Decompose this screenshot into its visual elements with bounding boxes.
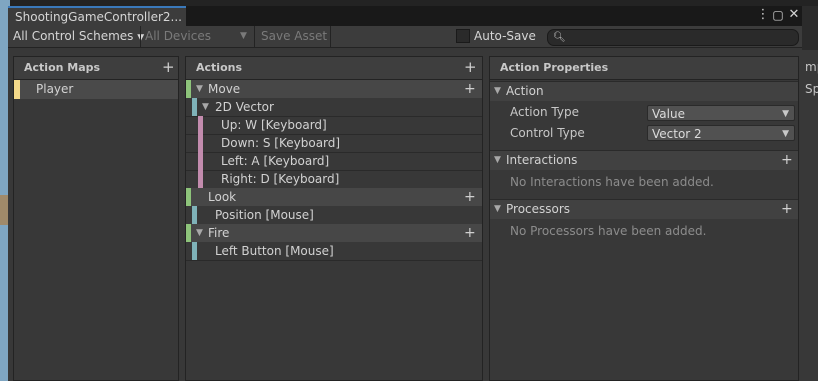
add-binding-icon[interactable]: + — [464, 187, 476, 207]
more-options-icon[interactable]: ⋮ — [756, 7, 770, 23]
add-binding-icon[interactable]: + — [464, 79, 476, 99]
collapse-arrow-icon[interactable]: ▼ — [196, 224, 203, 242]
window-title: ShootingGameController2... — [15, 10, 182, 24]
add-processor-icon[interactable]: + — [781, 199, 793, 219]
action-label: Look — [208, 190, 237, 204]
binding-color-bar — [198, 134, 203, 152]
composite-label: 2D Vector — [215, 100, 274, 114]
action-properties-header: Action Properties — [490, 57, 798, 80]
action-row-fire[interactable]: ▼ Fire + — [186, 224, 482, 242]
title-bar: ShootingGameController2... ⋮ ▢ ✕ — [8, 6, 802, 26]
background-text-fragment: Sp — [805, 82, 818, 96]
action-maps-header: Action Maps + — [14, 57, 178, 80]
dropdown-arrow-icon: ▼ — [782, 129, 789, 139]
auto-save-label: Auto-Save — [474, 29, 536, 43]
actions-header: Actions + — [186, 57, 482, 80]
collapse-arrow-icon[interactable]: ▼ — [494, 151, 501, 170]
dropdown-arrow-icon: ▼ — [782, 109, 789, 119]
binding-label: Left: A [Keyboard] — [221, 154, 330, 168]
action-map-label: Player — [36, 82, 74, 96]
composite-part-row[interactable]: Left: A [Keyboard] — [186, 152, 482, 171]
devices-dropdown[interactable]: All Devices ▼ — [145, 26, 248, 47]
binding-label: Up: W [Keyboard] — [221, 118, 327, 132]
binding-row[interactable]: Position [Mouse] — [186, 206, 482, 225]
control-type-label: Control Type — [510, 126, 585, 140]
collapse-arrow-icon[interactable]: ▼ — [494, 82, 501, 101]
add-action-icon[interactable]: + — [464, 57, 477, 77]
action-type-dropdown[interactable]: Value ▼ — [647, 105, 795, 121]
control-schemes-dropdown[interactable]: All Control Schemes ▼ — [13, 26, 144, 47]
close-icon[interactable]: ✕ — [787, 7, 801, 23]
binding-color-bar — [198, 152, 203, 170]
binding-label: Right: D [Keyboard] — [221, 172, 340, 186]
action-type-label: Action Type — [510, 105, 579, 119]
save-asset-button[interactable]: Save Asset — [261, 26, 327, 47]
background-inspector — [800, 50, 818, 381]
control-schemes-label: All Control Schemes — [13, 29, 134, 43]
processors-section-header[interactable]: ▼ Processors + — [490, 199, 798, 219]
control-type-dropdown[interactable]: Vector 2 ▼ — [647, 125, 795, 141]
action-color-bar — [186, 224, 191, 242]
binding-color-bar — [192, 242, 197, 260]
window-tab[interactable]: ShootingGameController2... — [8, 6, 186, 26]
add-action-map-icon[interactable]: + — [162, 57, 175, 77]
composite-part-row[interactable]: Down: S [Keyboard] — [186, 134, 482, 153]
binding-row[interactable]: Left Button [Mouse] — [186, 242, 482, 261]
actions-panel: Actions + ▼ Move + ▼ 2D Vector Up: W [Ke… — [185, 56, 483, 381]
action-maps-panel: Action Maps + Player — [13, 56, 179, 381]
background-text-fragment: mp — [805, 60, 818, 74]
action-map-item[interactable]: Player — [14, 80, 178, 99]
action-map-color-bar — [14, 80, 20, 99]
action-label: Move — [208, 82, 241, 96]
action-row-look[interactable]: Look + — [186, 188, 482, 206]
action-properties-panel: Action Properties ▼ Action Action Type V… — [489, 56, 799, 381]
processors-empty-message: No Processors have been added. — [510, 224, 707, 238]
binding-label: Down: S [Keyboard] — [221, 136, 341, 150]
composite-part-row[interactable]: Right: D [Keyboard] — [186, 170, 482, 189]
input-actions-window: ShootingGameController2... ⋮ ▢ ✕ All Con… — [8, 6, 802, 381]
action-color-bar — [186, 80, 191, 98]
collapse-arrow-icon[interactable]: ▼ — [494, 200, 501, 219]
binding-color-bar — [198, 170, 203, 188]
toolbar-divider — [254, 26, 255, 47]
composite-part-row[interactable]: Up: W [Keyboard] — [186, 116, 482, 135]
binding-color-bar — [198, 116, 203, 134]
binding-color-bar — [192, 98, 197, 116]
action-section-header[interactable]: ▼ Action — [490, 81, 798, 101]
toolbar-divider — [330, 26, 331, 47]
search-input[interactable] — [564, 30, 792, 45]
add-interaction-icon[interactable]: + — [781, 150, 793, 170]
binding-label: Position [Mouse] — [215, 208, 314, 222]
collapse-arrow-icon[interactable]: ▼ — [202, 98, 209, 116]
save-asset-label: Save Asset — [261, 29, 328, 43]
toolbar-divider — [140, 26, 141, 47]
binding-label: Left Button [Mouse] — [215, 244, 334, 258]
add-binding-icon[interactable]: + — [464, 223, 476, 243]
toolbar: All Control Schemes ▼ All Devices ▼ Save… — [8, 26, 802, 48]
action-row-move[interactable]: ▼ Move + — [186, 80, 482, 98]
maximize-icon[interactable]: ▢ — [771, 7, 785, 23]
interactions-empty-message: No Interactions have been added. — [510, 175, 714, 189]
action-label: Fire — [208, 226, 230, 240]
auto-save-checkbox[interactable] — [456, 29, 470, 43]
devices-label: All Devices — [145, 29, 211, 43]
action-color-bar — [186, 188, 191, 206]
composite-row[interactable]: ▼ 2D Vector — [186, 98, 482, 117]
collapse-arrow-icon[interactable]: ▼ — [196, 80, 203, 98]
search-field[interactable]: 🔍︎ — [547, 29, 799, 46]
interactions-section-header[interactable]: ▼ Interactions + — [490, 150, 798, 170]
binding-color-bar — [192, 206, 197, 224]
dropdown-arrow-icon: ▼ — [240, 31, 247, 41]
